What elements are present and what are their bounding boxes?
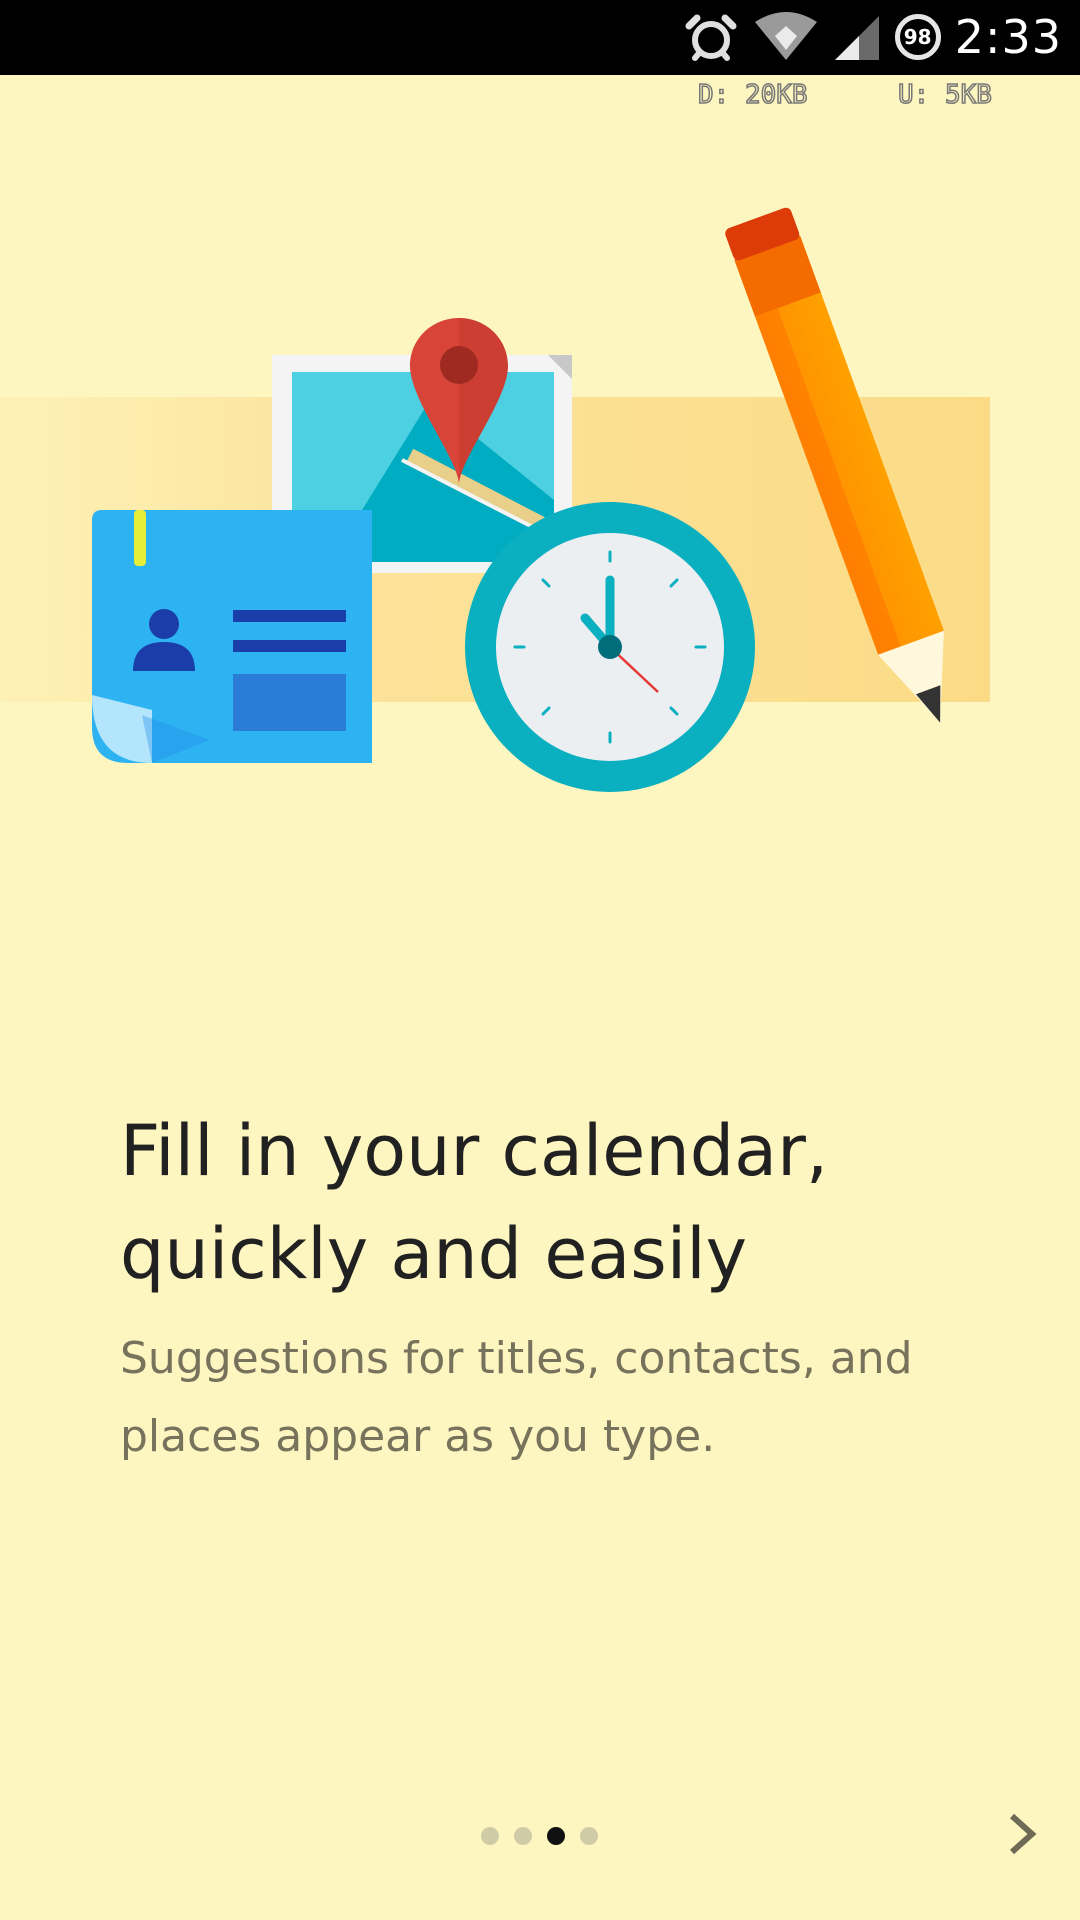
page-dot-2 [514,1827,532,1845]
download-speed: D: 20KB [697,79,808,111]
onboarding-illustration [0,207,990,792]
headline-line-2: quickly and easily [120,1213,748,1295]
headline-line-1: Fill in your calendar, [120,1110,829,1192]
upload-speed: U: 5KB [897,79,992,111]
next-button[interactable] [982,1800,1062,1872]
battery-icon: 98 [894,14,941,60]
page-dot-3-active [547,1827,565,1845]
chevron-right-icon [1004,1810,1040,1862]
cell-signal-icon [833,12,881,62]
page-dot-1 [481,1827,499,1845]
status-bar: 98 2:33 [0,0,1080,75]
description-line-2: places appear as you type. [120,1411,716,1462]
description-line-1: Suggestions for titles, contacts, and [120,1333,913,1384]
contact-card-icon [92,510,372,763]
onboarding-headline: Fill in your calendar, quickly and easil… [120,1100,1000,1306]
wifi-icon [753,12,819,62]
status-time: 2:33 [954,10,1062,64]
status-icons: 98 2:33 [683,6,1062,68]
clock-icon [465,502,755,792]
onboarding-description: Suggestions for titles, contacts, and pl… [120,1320,1000,1476]
battery-level: 98 [903,25,932,49]
page-indicator [481,1826,598,1846]
alarm-icon [683,12,739,62]
page-dot-4 [580,1827,598,1845]
